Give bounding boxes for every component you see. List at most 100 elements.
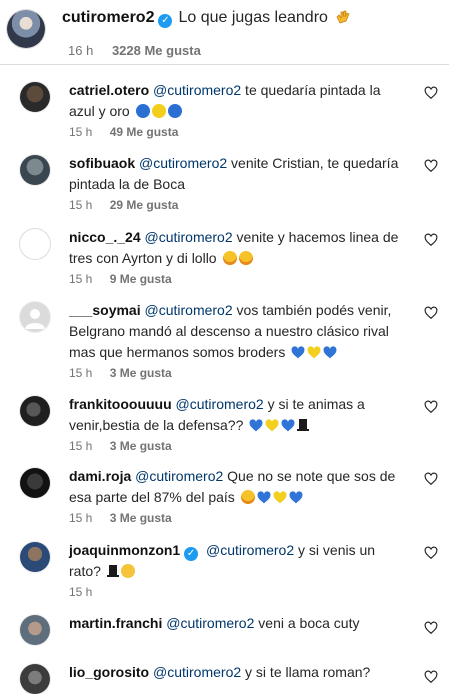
clap-emoji-icon <box>335 9 351 30</box>
comment-item: dami.roja @cutiromero2 Que no se note qu… <box>0 468 449 528</box>
comment-body: veni a boca cuty <box>254 615 360 631</box>
post-username[interactable]: cutiromero2 <box>62 9 154 26</box>
comment-likes[interactable]: 3 Me gusta <box>110 366 172 380</box>
comment-username[interactable]: joaquinmonzon1 <box>69 542 180 558</box>
post-time: 16 h <box>68 43 94 58</box>
comment-username[interactable]: martin.franchi <box>69 615 162 631</box>
yellow-heart-emoji <box>273 491 287 504</box>
comment-text: dami.roja @cutiromero2 Que no se note qu… <box>69 466 399 508</box>
yellow-heart-emoji <box>265 419 279 432</box>
comment-text: lio_gorosito @cutiromero2 y si te llama … <box>69 662 399 683</box>
comment-likes[interactable]: 29 Me gusta <box>110 198 179 212</box>
comment-time: 15 h <box>69 439 93 453</box>
heart-outline-icon[interactable] <box>424 306 438 320</box>
heart-outline-icon[interactable] <box>424 621 438 635</box>
star-struck-emoji <box>240 490 255 504</box>
blue-heart-emoji <box>291 346 305 359</box>
comment-mention[interactable]: @cutiromero2 <box>135 468 223 484</box>
comment-meta: 15 h 49 Me gusta <box>69 125 178 139</box>
comment-item: nicco_._24 @cutiromero2 venite y hacemos… <box>0 229 449 289</box>
blue-circle-emoji <box>167 104 182 118</box>
comment-meta: 15 h 3 Me gusta <box>69 511 172 525</box>
comment-username[interactable]: nicco_._24 <box>69 229 141 245</box>
heart-outline-icon[interactable] <box>424 400 438 414</box>
comment-meta: 15 h 3 Me gusta <box>69 366 172 380</box>
comment-item: frankitooouuuu @cutiromero2 y si te anim… <box>0 396 449 456</box>
comment-meta: 15 h <box>69 585 92 599</box>
heart-outline-icon[interactable] <box>424 670 438 684</box>
avatar[interactable] <box>20 155 50 185</box>
star-struck-emoji <box>238 251 253 265</box>
avatar[interactable] <box>20 396 50 426</box>
avatar[interactable] <box>20 229 50 259</box>
smile-emoji <box>120 564 135 578</box>
post-author-avatar[interactable] <box>7 10 45 48</box>
comment-username[interactable]: catriel.otero <box>69 82 149 98</box>
avatar[interactable] <box>20 664 50 694</box>
comment-likes[interactable]: 3 Me gusta <box>110 511 172 525</box>
verified-badge-icon: ✓ <box>158 13 173 28</box>
comment-time: 15 h <box>69 511 93 525</box>
comment-mention[interactable]: @cutiromero2 <box>145 229 233 245</box>
divider <box>0 64 449 65</box>
comment-body: y si te llama roman? <box>241 664 371 680</box>
top-hat-emoji <box>106 565 119 577</box>
comment-time: 15 h <box>69 198 93 212</box>
comment-time: 15 h <box>69 366 93 380</box>
comment-username[interactable]: frankitooouuuu <box>69 396 172 412</box>
comment-username[interactable]: sofibuaok <box>69 155 135 171</box>
post-header: cutiromero2 ✓ Lo que jugas leandro 16 h 32… <box>0 0 449 62</box>
comment-text: catriel.otero @cutiromero2 te quedaría p… <box>69 80 399 122</box>
comment-mention[interactable]: @cutiromero2 <box>153 664 241 680</box>
blue-circle-emoji <box>135 104 150 118</box>
post-caption-line: cutiromero2 ✓ Lo que jugas leandro <box>62 9 351 30</box>
comment-mention[interactable]: @cutiromero2 <box>206 542 294 558</box>
yellow-circle-emoji <box>151 104 166 118</box>
comment-time: 15 h <box>69 125 93 139</box>
comment-item: ___soymai @cutiromero2 vos también podés… <box>0 302 449 382</box>
heart-outline-icon[interactable] <box>424 86 438 100</box>
heart-outline-icon[interactable] <box>424 233 438 247</box>
comment-mention[interactable]: @cutiromero2 <box>176 396 264 412</box>
comment-likes[interactable]: 3 Me gusta <box>110 439 172 453</box>
post-meta: 16 h 3228 Me gusta <box>68 43 201 58</box>
avatar[interactable] <box>20 468 50 498</box>
comment-time: 15 h <box>69 272 93 286</box>
comment-text: martin.franchi @cutiromero2 veni a boca … <box>69 613 399 634</box>
top-hat-emoji <box>297 419 310 431</box>
heart-outline-icon[interactable] <box>424 472 438 486</box>
comment-meta: 15 h 3 Me gusta <box>69 439 172 453</box>
blue-heart-emoji <box>289 491 303 504</box>
comment-text: ___soymai @cutiromero2 vos también podés… <box>69 300 399 363</box>
avatar[interactable] <box>20 615 50 645</box>
comment-item: joaquinmonzon1 ✓ @cutiromero2 y si venis… <box>0 542 449 602</box>
comment-mention[interactable]: @cutiromero2 <box>139 155 227 171</box>
avatar[interactable] <box>20 82 50 112</box>
comment-username[interactable]: lio_gorosito <box>69 664 149 680</box>
heart-outline-icon[interactable] <box>424 546 438 560</box>
post-likes[interactable]: 3228 Me gusta <box>112 43 201 58</box>
avatar[interactable] <box>20 542 50 572</box>
comment-time: 15 h <box>69 585 93 599</box>
comment-meta: 15 h 29 Me gusta <box>69 198 178 212</box>
comment-likes[interactable]: 49 Me gusta <box>110 125 179 139</box>
comment-mention[interactable]: @cutiromero2 <box>145 302 233 318</box>
comment-meta: 15 h 9 Me gusta <box>69 272 172 286</box>
comment-likes[interactable]: 9 Me gusta <box>110 272 172 286</box>
yellow-heart-emoji <box>307 346 321 359</box>
comment-mention[interactable]: @cutiromero2 <box>153 82 241 98</box>
comment-mention[interactable]: @cutiromero2 <box>166 615 254 631</box>
comment-username[interactable]: ___soymai <box>69 302 141 318</box>
blue-heart-emoji <box>323 346 337 359</box>
avatar[interactable] <box>20 302 50 332</box>
comment-text: nicco_._24 @cutiromero2 venite y hacemos… <box>69 227 399 269</box>
blue-heart-emoji <box>249 419 263 432</box>
comment-item: sofibuaok @cutiromero2 venite Cristian, … <box>0 155 449 215</box>
blue-heart-emoji <box>257 491 271 504</box>
comment-username[interactable]: dami.roja <box>69 468 131 484</box>
heart-outline-icon[interactable] <box>424 159 438 173</box>
default-avatar-icon <box>25 309 45 329</box>
comment-text: frankitooouuuu @cutiromero2 y si te anim… <box>69 394 399 436</box>
comment-item: lio_gorosito @cutiromero2 y si te llama … <box>0 662 449 694</box>
verified-badge-icon: ✓ <box>184 546 199 561</box>
